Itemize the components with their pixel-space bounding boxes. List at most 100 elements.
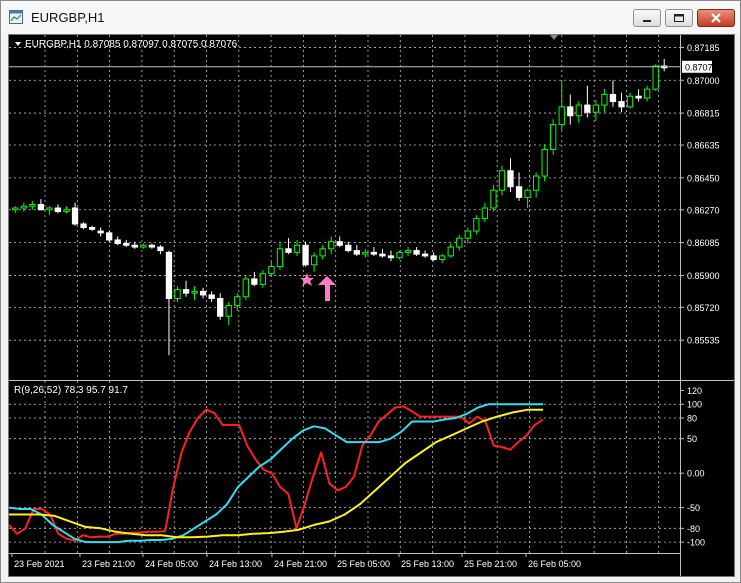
candle: [404, 247, 412, 256]
candle: [336, 236, 343, 248]
terminal-window: EURGBP,H1 0.87185 0.87000 0.86815 0.86635 0.…: [0, 0, 741, 583]
candle: [165, 250, 173, 356]
candle: [447, 243, 454, 258]
candle: [635, 89, 642, 102]
candle: [643, 85, 651, 102]
candle: [328, 236, 335, 255]
time-tick-label: 23 Feb 21:00: [82, 559, 135, 569]
candle: [199, 287, 207, 299]
candle: [123, 239, 130, 248]
candle: [285, 238, 292, 255]
price-tick-label: 0.85720: [687, 303, 720, 313]
maximize-button[interactable]: [665, 9, 693, 27]
candle: [515, 172, 523, 201]
indicator-tick-label: 80: [687, 414, 697, 424]
candle: [567, 94, 574, 125]
candle: [217, 293, 224, 320]
time-tick-label: 24 Feb 21:00: [274, 559, 327, 569]
title-bar[interactable]: EURGBP,H1: [1, 1, 740, 33]
candle: [71, 202, 79, 226]
indicator-tick-label: 50: [687, 434, 697, 444]
price-axis: 0.87185 0.87000 0.86815 0.86635 0.86450 0.862…: [680, 43, 720, 346]
indicator-tick-label: -100: [687, 538, 705, 548]
candle: [63, 206, 70, 214]
candle: [652, 64, 659, 91]
indicator-tick-label: -50: [687, 503, 700, 513]
price-tag-text: 0.87076: [685, 62, 718, 72]
candle: [97, 227, 104, 237]
price-tick-label: 0.86450: [687, 173, 720, 183]
time-tick-label: 25 Feb 05:00: [337, 559, 390, 569]
candle: [174, 286, 181, 303]
candle: [490, 184, 497, 212]
close-icon: [711, 13, 721, 23]
price-tick-label: 0.86270: [687, 205, 720, 215]
chart-window-icon: [9, 10, 23, 24]
chart-area[interactable]: 0.87185 0.87000 0.86815 0.86635 0.86450 0.862…: [8, 34, 735, 577]
candle: [37, 199, 45, 211]
time-tick-label: 26 Feb 05:00: [528, 559, 581, 569]
candle: [12, 206, 19, 214]
candle: [413, 247, 420, 256]
candle: [558, 80, 565, 130]
indicator-axis: 120 100 80 50 0.00 -50 -80 -100: [680, 386, 705, 548]
price-tick-label: 0.85900: [687, 271, 720, 281]
indicator-tick-label: 0.00: [687, 469, 705, 479]
candle: [345, 241, 352, 253]
candle: [157, 245, 164, 255]
candle: [541, 144, 548, 182]
dropdown-arrow-icon[interactable]: [15, 42, 21, 46]
candle: [362, 248, 369, 258]
minimize-button[interactable]: [633, 9, 661, 27]
time-tick-label: 24 Feb 13:00: [209, 559, 262, 569]
time-tick-label: 23 Feb 2021: [14, 559, 65, 569]
price-tick-label: 0.85535: [687, 336, 720, 346]
window-title: EURGBP,H1: [31, 10, 105, 25]
price-tick-label: 0.87000: [687, 76, 720, 86]
candle: [618, 92, 625, 113]
candle: [106, 231, 113, 242]
candle: [532, 172, 540, 198]
candle: [242, 275, 249, 301]
indicator-tick-label: -80: [687, 524, 700, 534]
candle: [481, 202, 489, 223]
candle: [370, 247, 378, 256]
close-button[interactable]: [697, 9, 735, 27]
candle: [268, 261, 275, 278]
indicator-grid: [9, 381, 680, 553]
time-tick-label: 25 Feb 21:00: [464, 559, 517, 569]
candle: [251, 271, 258, 287]
candle: [421, 250, 429, 258]
candle: [507, 158, 514, 193]
candle: [46, 206, 53, 216]
candle: [259, 270, 267, 288]
time-tick-label: 24 Feb 05:00: [145, 559, 198, 569]
candle: [379, 248, 386, 258]
candle: [88, 225, 96, 232]
candle: [575, 101, 582, 123]
candle: [353, 245, 360, 256]
time-tick-label: 25 Feb 13:00: [401, 559, 454, 569]
price-tick-label: 0.86815: [687, 109, 720, 119]
minimize-icon: [643, 20, 651, 22]
main-grid: [9, 35, 680, 380]
candle: [626, 92, 634, 109]
candle: [661, 58, 668, 72]
candle: [208, 291, 215, 303]
candle: [80, 222, 87, 230]
chart-shift-marker-icon[interactable]: [550, 35, 558, 40]
maximize-icon: [674, 14, 684, 22]
candle: [191, 286, 198, 301]
time-axis: 23 Feb 2021 23 Feb 21:00 24 Feb 05:00 24 Fe…: [11, 553, 581, 569]
chart-header: EURGBP,H1 0.87085 0.87097 0.87075 0.8707…: [25, 39, 238, 50]
candle: [473, 215, 480, 235]
candle: [310, 252, 318, 272]
candle: [319, 245, 326, 260]
chart-canvas[interactable]: 0.87185 0.87000 0.86815 0.86635 0.86450 0.862…: [8, 35, 734, 576]
signal-arrow-icon[interactable]: [300, 273, 336, 301]
candle: [140, 243, 147, 249]
candle: [396, 250, 403, 260]
candle: [131, 241, 138, 249]
candle: [148, 243, 156, 249]
candle: [387, 250, 395, 262]
